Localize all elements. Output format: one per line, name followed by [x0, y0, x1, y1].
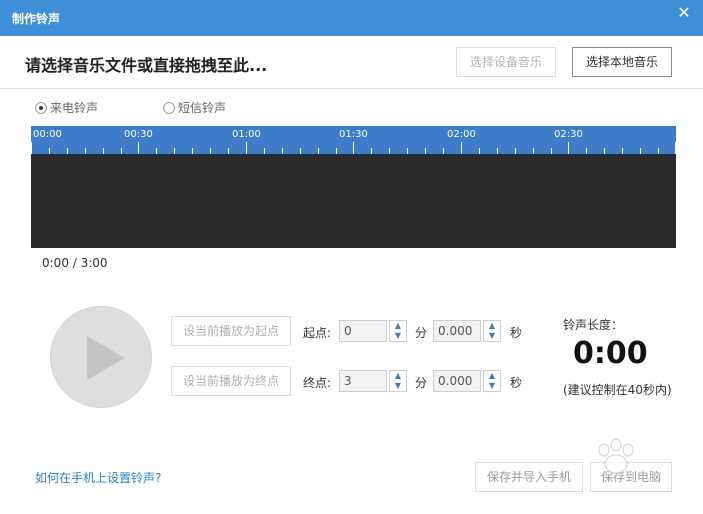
timeline-label: 01:30 — [339, 129, 368, 140]
select-device-music-button[interactable]: 选择设备音乐 — [456, 47, 556, 77]
end-seconds-unit: 秒 — [510, 376, 523, 390]
radio-call-ringtone-label: 来电铃声 — [50, 101, 99, 115]
spin-up-icon[interactable]: ▲ — [484, 321, 500, 331]
timeline-label: 00:30 — [124, 129, 153, 140]
end-seconds-input[interactable]: 0.000 — [433, 370, 481, 392]
end-minutes-input[interactable]: 3 — [339, 370, 387, 392]
end-minutes-stepper[interactable]: ▲ ▼ — [389, 370, 407, 392]
baidu-watermark — [520, 436, 700, 506]
window-title: 制作铃声 — [12, 12, 61, 26]
start-seconds-input[interactable]: 0.000 — [433, 320, 481, 342]
start-seconds-stepper[interactable]: ▲ ▼ — [483, 320, 501, 342]
set-end-button[interactable]: 设当前播放为终点 — [171, 366, 291, 396]
timeline-label: 02:30 — [554, 129, 583, 140]
radio-sms-ringtone-label: 短信铃声 — [178, 101, 227, 115]
file-drop-prompt[interactable]: 请选择音乐文件或直接拖拽至此... — [25, 52, 267, 76]
waveform-area[interactable] — [31, 154, 676, 248]
timeline-label: 01:00 — [232, 129, 261, 140]
radio-unselected-icon — [163, 102, 175, 114]
timeline-label: 02:00 — [447, 129, 476, 140]
spin-up-icon[interactable]: ▲ — [484, 371, 500, 381]
spin-up-icon[interactable]: ▲ — [390, 371, 406, 381]
end-label: 终点: — [303, 376, 332, 390]
title-bar: 制作铃声 ✕ — [0, 0, 703, 36]
timeline-label: 00:00 — [33, 129, 62, 140]
radio-call-ringtone[interactable]: 来电铃声 — [35, 99, 98, 115]
spin-down-icon[interactable]: ▼ — [390, 331, 406, 341]
end-minutes-unit: 分 — [415, 376, 428, 390]
spin-down-icon[interactable]: ▼ — [484, 381, 500, 391]
radio-selected-icon — [35, 102, 47, 114]
select-local-music-button[interactable]: 选择本地音乐 — [572, 47, 672, 77]
set-start-button[interactable]: 设当前播放为起点 — [171, 316, 291, 346]
end-seconds-stepper[interactable]: ▲ ▼ — [483, 370, 501, 392]
timeline-ruler[interactable]: 00:00 00:30 01:00 01:30 02:00 02:30 — [31, 126, 676, 154]
header-divider — [0, 88, 703, 89]
spin-up-icon[interactable]: ▲ — [390, 321, 406, 331]
start-minutes-input[interactable]: 0 — [339, 320, 387, 342]
ringtone-length-hint: (建议控制在40秒内) — [563, 383, 672, 397]
start-minutes-stepper[interactable]: ▲ ▼ — [389, 320, 407, 342]
spin-down-icon[interactable]: ▼ — [484, 331, 500, 341]
help-link[interactable]: 如何在手机上设置铃声? — [35, 469, 161, 486]
close-icon[interactable]: ✕ — [675, 4, 693, 22]
play-icon — [87, 336, 125, 380]
start-seconds-unit: 秒 — [510, 326, 523, 340]
start-label: 起点: — [303, 326, 332, 340]
playback-position: 0:00 / 3:00 — [42, 256, 108, 270]
ringtone-length-label: 铃声长度： — [563, 318, 624, 332]
spin-down-icon[interactable]: ▼ — [390, 381, 406, 391]
radio-sms-ringtone[interactable]: 短信铃声 — [163, 99, 226, 115]
play-button[interactable] — [50, 306, 152, 408]
start-minutes-unit: 分 — [415, 326, 428, 340]
ringtone-length-value: 0:00 — [573, 336, 648, 371]
